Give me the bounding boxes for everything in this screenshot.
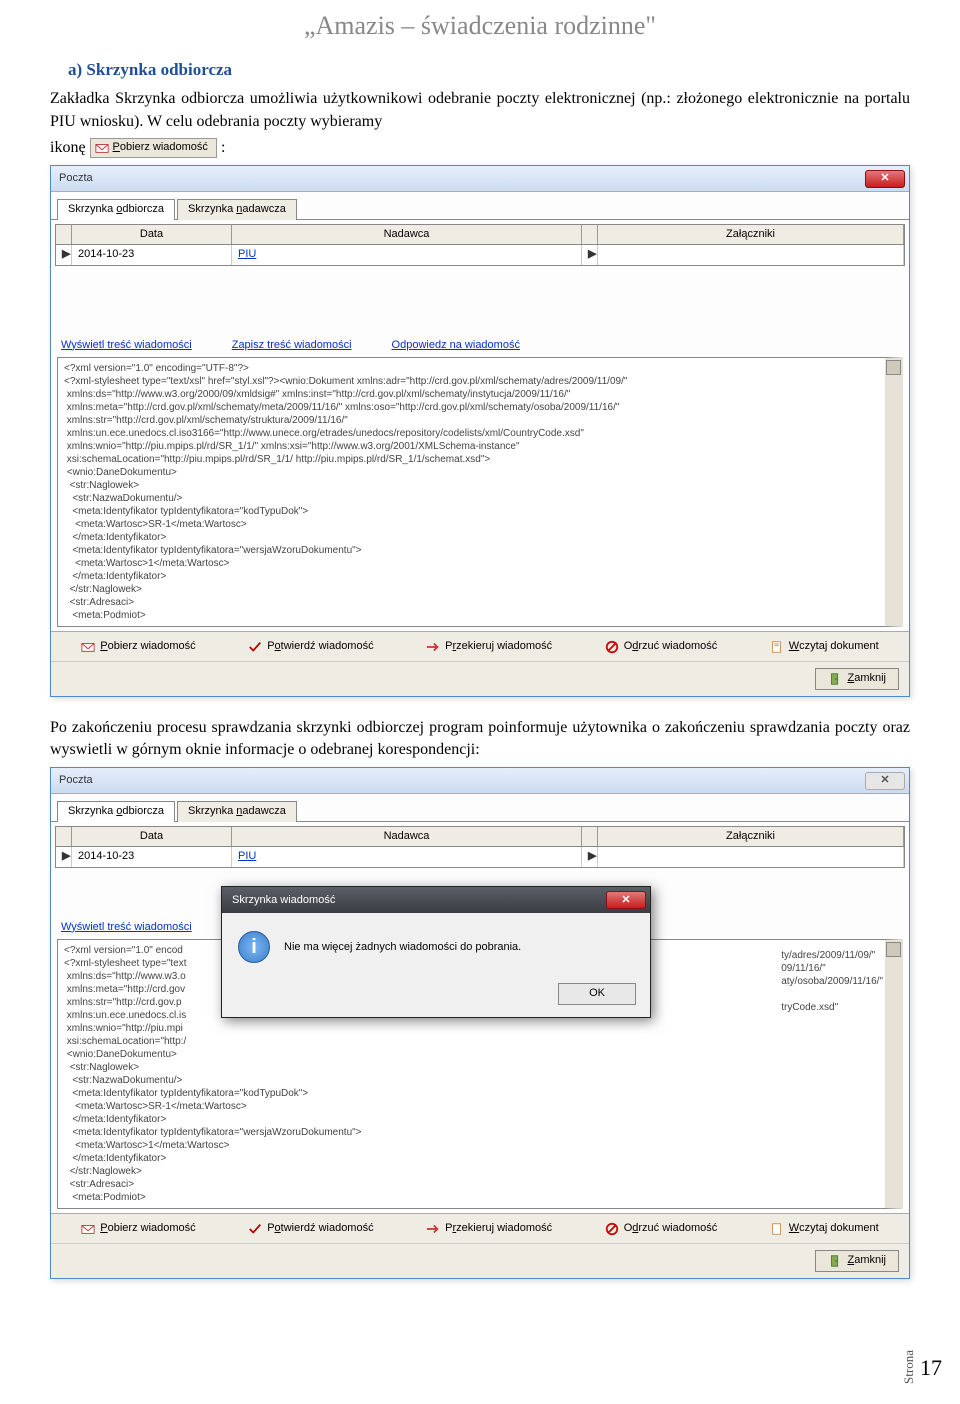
dialog-title: Skrzynka wiadomość: [232, 893, 335, 908]
mail-icon: [95, 141, 109, 155]
link-wyswietl[interactable]: Wyświetl treść wiadomości: [61, 338, 192, 353]
pobierz-button-sample: PPobierz wiadomośćobierz wiadomość: [90, 138, 217, 157]
row-marker-icon: ▶: [56, 847, 72, 866]
window-title-2: Poczta: [59, 773, 93, 788]
mail-icon: [81, 1222, 95, 1236]
close-button-2[interactable]: ✕: [865, 772, 905, 790]
tb-pobierz-2[interactable]: Pobierz wiadomość: [75, 1220, 201, 1237]
dialog-titlebar: Skrzynka wiadomość ✕: [222, 887, 650, 913]
page-number: Strona17: [900, 1350, 942, 1384]
grid-header: Data Nadawca Załączniki: [55, 224, 905, 245]
tb-odrzuc-2[interactable]: Odrzuć wiadomość: [599, 1220, 724, 1237]
tb-odrzuc[interactable]: Odrzuć wiadomość: [599, 638, 724, 655]
document-icon: [770, 1222, 784, 1236]
tb-wczytaj[interactable]: Wczytaj dokument: [764, 638, 885, 655]
intro-paragraph-1: Zakładka Skrzynka odbiorcza umożliwia uż…: [50, 88, 910, 133]
between-paragraph: Po zakończeniu procesu sprawdzania skrzy…: [50, 717, 910, 762]
section-heading: a) Skrzynka odbiorcza: [68, 58, 910, 82]
screenshot-poczta-2: Poczta ✕ Skrzynka odbiorcza Skrzynka nad…: [50, 767, 910, 1278]
cell-nadawca[interactable]: PIU: [232, 245, 582, 264]
dialog: Skrzynka wiadomość ✕ i Nie ma więcej żad…: [221, 886, 651, 1017]
col-nadawca-2: Nadawca: [232, 827, 582, 846]
link-zapisz[interactable]: Zapisz treść wiadomości: [232, 338, 352, 353]
col-data-2: Data: [72, 827, 232, 846]
tb-wczytaj-2[interactable]: Wczytaj dokument: [764, 1220, 885, 1237]
pobierz-button-label: PPobierz wiadomośćobierz wiadomość: [113, 140, 208, 155]
screenshot-poczta-1: Poczta ✕ Skrzynka odbiorcza Skrzynka nad…: [50, 165, 910, 696]
xml-preview: <?xml version="1.0" encoding="UTF-8"?> <…: [57, 357, 903, 627]
check-icon: [248, 1222, 262, 1236]
window-titlebar-2: Poczta ✕: [51, 768, 909, 794]
cell-zalaczniki-2: [598, 847, 904, 866]
toolbar: Pobierz wiadomość Potwierdź wiadomość Pr…: [51, 631, 909, 661]
close-icon: ✕: [621, 893, 630, 908]
forbid-icon: [605, 640, 619, 654]
close-button[interactable]: ✕: [865, 170, 905, 188]
col-nadawca: Nadawca: [232, 225, 582, 244]
dialog-close-button[interactable]: ✕: [606, 891, 646, 909]
link-wyswietl-2[interactable]: Wyświetl treść wiadomości: [61, 920, 192, 935]
xml-right-fragments: ty/adres/2009/11/09/" 09/11/16/" aty/oso…: [781, 949, 883, 1014]
tabs: Skrzynka odbiorcza Skrzynka nadawcza: [51, 192, 909, 219]
dialog-ok-button[interactable]: OK: [558, 983, 636, 1004]
window-title: Poczta: [59, 171, 93, 186]
link-odpowiedz[interactable]: Odpowiedz na wiadomość: [392, 338, 520, 353]
door-icon: [828, 672, 842, 686]
dialog-message: Nie ma więcej żadnych wiadomości do pobr…: [284, 940, 521, 955]
cell-zalaczniki: [598, 245, 904, 264]
close-icon: ✕: [880, 171, 889, 186]
zamknij-button[interactable]: Zamknij: [815, 668, 899, 689]
mail-icon: [81, 640, 95, 654]
col-zalaczniki-2: Załączniki: [598, 827, 904, 846]
arrow-icon: [426, 640, 440, 654]
door-icon: [828, 1254, 842, 1268]
tb-przekieruj-2[interactable]: Przekieruj wiadomość: [420, 1220, 558, 1237]
tab-inbox-2[interactable]: Skrzynka odbiorcza: [57, 801, 175, 821]
col-zalaczniki: Załączniki: [598, 225, 904, 244]
arrow-icon: [426, 1222, 440, 1236]
tab-inbox[interactable]: Skrzynka odbiorcza: [57, 199, 175, 219]
check-icon: [248, 640, 262, 654]
cell-nadawca-2[interactable]: PIU: [232, 847, 582, 866]
close-icon: ✕: [880, 773, 889, 788]
tb-przekieruj[interactable]: Przekieruj wiadomość: [420, 638, 558, 655]
intro-ikone-prefix: ikonę: [50, 137, 86, 159]
col-data: Data: [72, 225, 232, 244]
grid-header-2: Data Nadawca Załączniki: [55, 826, 905, 847]
info-icon: i: [238, 931, 270, 963]
window-titlebar: Poczta ✕: [51, 166, 909, 192]
cell-data-2: 2014-10-23: [72, 847, 232, 866]
tb-potwierdz[interactable]: Potwierdź wiadomość: [242, 638, 379, 655]
row-marker2-icon: ▶: [582, 847, 598, 866]
page-num: 17: [920, 1353, 942, 1384]
cell-data: 2014-10-23: [72, 245, 232, 264]
tb-pobierz[interactable]: Pobierz wiadomość: [75, 638, 201, 655]
document-icon: [770, 640, 784, 654]
table-row[interactable]: ▶ 2014-10-23 PIU ▶: [55, 245, 905, 265]
page-header: „Amazis – świadczenia rodzinne": [0, 0, 960, 58]
row-marker-icon: ▶: [56, 245, 72, 264]
zamknij-button-2[interactable]: Zamknij: [815, 1250, 899, 1271]
toolbar-2: Pobierz wiadomość Potwierdź wiadomość Pr…: [51, 1213, 909, 1243]
intro-colon: :: [221, 137, 225, 159]
tab-outbox-2[interactable]: Skrzynka nadawcza: [177, 801, 297, 821]
page-label: Strona: [900, 1350, 918, 1384]
row-marker2-icon: ▶: [582, 245, 598, 264]
table-row-2[interactable]: ▶ 2014-10-23 PIU ▶: [55, 847, 905, 867]
tabs-2: Skrzynka odbiorcza Skrzynka nadawcza: [51, 794, 909, 821]
tab-outbox[interactable]: Skrzynka nadawcza: [177, 199, 297, 219]
tb-potwierdz-2[interactable]: Potwierdź wiadomość: [242, 1220, 379, 1237]
message-links: Wyświetl treść wiadomości Zapisz treść w…: [51, 330, 909, 357]
forbid-icon: [605, 1222, 619, 1236]
